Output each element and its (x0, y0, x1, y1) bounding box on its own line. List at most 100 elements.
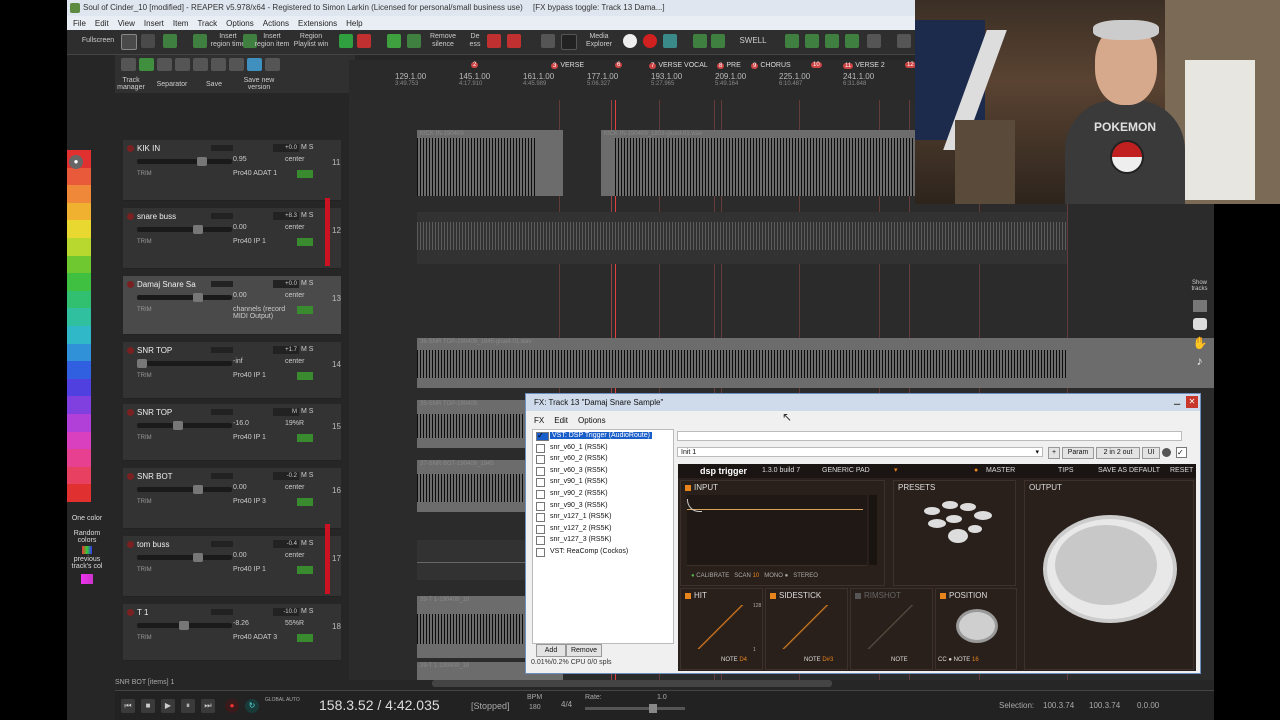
sidestick-curve[interactable] (774, 605, 836, 649)
volume-fader[interactable] (137, 421, 232, 430)
line-icon[interactable] (897, 34, 911, 48)
guitar-icon[interactable]: ♪ (1193, 354, 1207, 368)
input-waveform-display[interactable] (687, 495, 867, 566)
region-marker[interactable]: 10 (811, 62, 824, 68)
timeline-ruler[interactable]: 2 3 VERSE 6 7 VERSE VOCAL 8 PRE 9 CHORUS 10 11 VERSE… (349, 60, 917, 101)
media-item-snr-top[interactable]: 36-SNR TOP-190409_1845-glued-01.wav (417, 338, 1214, 388)
track-panel[interactable]: Damaj Snare Sa +0.0 M S 0.00 center TRIM chann… (123, 276, 341, 335)
meter-icon[interactable] (663, 34, 677, 48)
palette-swatch[interactable] (67, 484, 91, 502)
fx-enable-checkbox[interactable] (536, 513, 545, 523)
track-name[interactable]: SNR TOP (137, 346, 217, 357)
position-enable-toggle[interactable] (940, 592, 946, 599)
pan-value[interactable]: center (285, 292, 304, 299)
palette-swatch[interactable] (67, 202, 91, 221)
palette-swatch[interactable] (67, 343, 91, 362)
grid2-icon[interactable] (157, 58, 172, 71)
track-name[interactable]: SNR BOT (137, 472, 217, 483)
enable-checkbox[interactable]: ✓ (1176, 447, 1187, 458)
list-icon[interactable] (175, 58, 190, 71)
play-icon[interactable]: ▶ (161, 699, 175, 713)
palette-swatch[interactable] (67, 378, 91, 397)
record-arm-icon[interactable] (127, 213, 134, 220)
fx-chain-item[interactable]: snr_v90_1 (RS5K) (533, 476, 673, 488)
track-volume[interactable]: +1.7 (273, 346, 299, 354)
menu-item-track[interactable]: Track (197, 19, 217, 28)
io-button[interactable] (297, 170, 313, 178)
region-marker[interactable]: 11 VERSE 2 (843, 62, 885, 69)
track-volume[interactable]: +8.3 (273, 212, 299, 220)
master-send-button[interactable] (211, 609, 233, 615)
scan-value[interactable]: 10 (753, 573, 760, 579)
preset-dropdown[interactable]: Init 1 ▾ (677, 447, 1043, 457)
fade3-icon[interactable] (825, 34, 839, 48)
volume-fader[interactable] (137, 621, 232, 630)
fx-chain-item[interactable]: snr_v127_3 (RS5K) (533, 534, 673, 546)
menu-item-options[interactable]: Options (226, 19, 254, 28)
mute-solo-buttons[interactable]: M S (301, 212, 313, 219)
fx-enable-checkbox[interactable] (536, 489, 545, 499)
zoom-icon[interactable] (121, 34, 137, 50)
fx-chain-item[interactable]: snr_v127_2 (RS5K) (533, 523, 673, 535)
output-pad-icon[interactable] (1043, 515, 1177, 623)
palette-swatch[interactable] (67, 466, 91, 485)
mute-solo-buttons[interactable]: M S (301, 608, 313, 615)
record-arm-icon[interactable] (127, 609, 134, 616)
input-routing[interactable]: Pro40 IP 1 (233, 566, 295, 573)
menu-item-actions[interactable]: Actions (263, 19, 289, 28)
palette-swatch[interactable] (67, 325, 91, 344)
color-palette[interactable] (67, 150, 91, 502)
reset-button[interactable]: RESET (1170, 464, 1193, 478)
region-marker[interactable]: 9 CHORUS (751, 62, 791, 69)
palette-swatch[interactable] (67, 431, 91, 450)
drum-kit-icon[interactable] (924, 501, 994, 551)
fx-chain-item[interactable]: snr_v90_3 (RS5K) (533, 500, 673, 512)
menu-item-view[interactable]: View (118, 19, 135, 28)
master-send-button[interactable] (211, 145, 233, 151)
track-manager-button[interactable]: Track manager (115, 77, 147, 91)
pan-value[interactable]: 55%R (285, 620, 304, 627)
io-button[interactable] (297, 566, 313, 574)
track-volume[interactable]: +0.0 (273, 280, 299, 288)
pad-selector[interactable]: GENERIC PAD (822, 464, 870, 478)
pad-chevron-icon[interactable]: ▾ (894, 464, 898, 478)
fade4-icon[interactable] (845, 34, 859, 48)
random-colors-button[interactable]: Random colors (72, 530, 102, 544)
flag-red-icon[interactable] (357, 34, 371, 48)
volume-fader[interactable] (137, 553, 232, 562)
selection-length[interactable]: 0.0.00 (1137, 701, 1159, 710)
palette-swatch[interactable] (67, 413, 91, 432)
fx-enable-checkbox[interactable] (536, 455, 545, 465)
rimshot-curve[interactable] (859, 605, 921, 649)
hit-note-value[interactable]: D4 (739, 657, 747, 663)
volume-fader[interactable] (137, 157, 232, 166)
input-routing[interactable]: Pro40 ADAT 1 (233, 170, 295, 177)
track-volume[interactable]: -10.0 (273, 608, 299, 616)
loop-icon[interactable]: ↻ (245, 699, 259, 713)
de-ess-button[interactable]: De ess (465, 33, 485, 51)
envelope-icon[interactable] (711, 34, 725, 48)
menu-item-help[interactable]: Help (346, 19, 362, 28)
stop-icon[interactable]: ■ (141, 699, 155, 713)
fx-enable-checkbox[interactable] (536, 547, 545, 557)
fx-chain-item[interactable]: snr_v60_2 (RS5K) (533, 453, 673, 465)
io-button[interactable] (297, 634, 313, 642)
pan-value[interactable]: center (285, 224, 304, 231)
track-volume[interactable]: M (273, 408, 299, 416)
fx-chain-item[interactable]: snr_v127_1 (RS5K) (533, 511, 673, 523)
fx-chain-item[interactable]: VST: ReaComp (Cockos) (533, 546, 673, 558)
media-explorer-button[interactable]: Media Explorer (579, 33, 619, 51)
search-icon[interactable] (141, 34, 155, 48)
fx-enable-checkbox[interactable] (536, 466, 545, 476)
palette-swatch[interactable] (67, 396, 91, 414)
remove-fx-button[interactable]: Remove (566, 644, 602, 657)
tips-button[interactable]: TIPS (1058, 464, 1074, 478)
split-icon[interactable] (387, 34, 401, 48)
hit-curve[interactable] (689, 605, 751, 649)
media-item-snare-buss[interactable] (417, 212, 1067, 264)
record-arm-icon[interactable] (127, 145, 134, 152)
hand-icon[interactable]: ✋ (1193, 336, 1208, 350)
fade-icon[interactable] (785, 34, 799, 48)
palette-swatch[interactable] (67, 220, 91, 238)
palette-swatch[interactable] (67, 361, 91, 379)
